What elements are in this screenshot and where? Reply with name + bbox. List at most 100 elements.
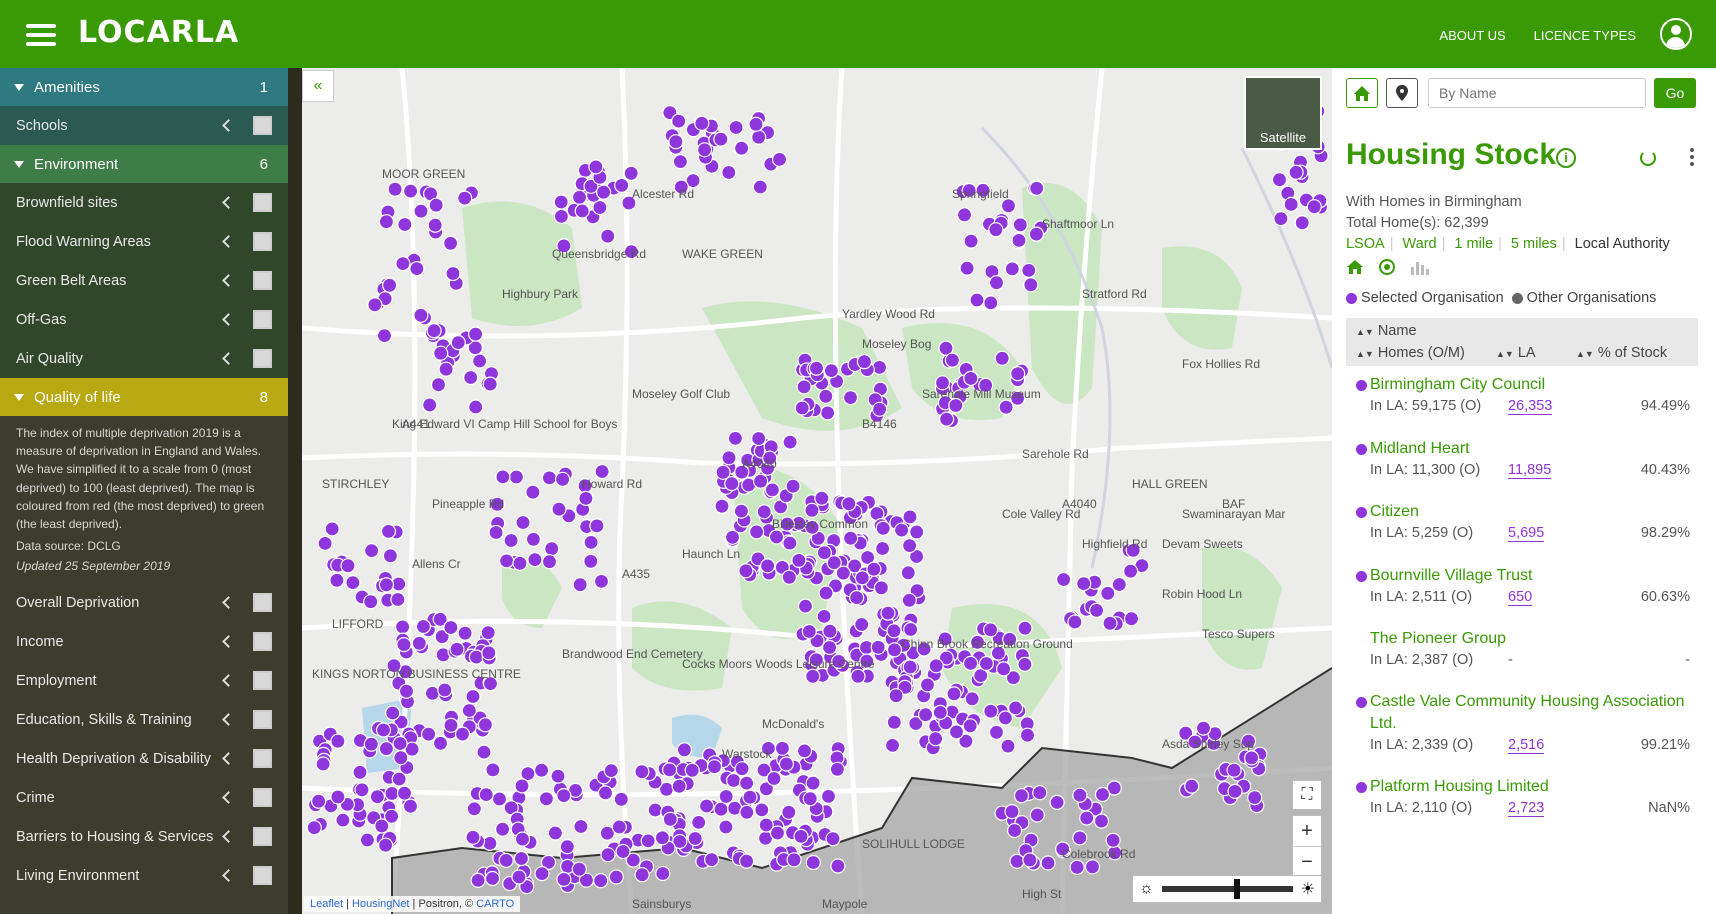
housing-marker[interactable]	[983, 295, 999, 311]
housing-marker[interactable]	[874, 540, 891, 557]
org-row[interactable]: Castle Vale Community Housing Associatio…	[1346, 691, 1698, 759]
housing-marker[interactable]	[376, 328, 393, 344]
housing-marker[interactable]	[724, 529, 741, 545]
housing-marker[interactable]	[962, 655, 979, 672]
map-canvas[interactable]: MOOR GREEN WAKE GREEN Highbury Park Moseley…	[302, 68, 1332, 914]
satellite-toggle[interactable]: Satellite	[1244, 76, 1322, 150]
chevron-left-icon[interactable]	[222, 596, 235, 610]
housing-marker[interactable]	[1226, 762, 1242, 778]
zoom-out-button[interactable]: −	[1293, 847, 1321, 877]
housing-marker[interactable]	[402, 798, 419, 814]
housing-marker[interactable]	[888, 688, 904, 704]
housing-marker[interactable]	[1306, 199, 1322, 215]
chevron-left-icon[interactable]	[222, 313, 235, 326]
housing-marker[interactable]	[1102, 615, 1118, 631]
housing-marker[interactable]	[472, 353, 488, 369]
chevron-left-icon[interactable]	[222, 119, 235, 132]
housing-marker[interactable]	[997, 710, 1014, 726]
housing-marker[interactable]	[901, 592, 917, 608]
housing-marker[interactable]	[1122, 563, 1139, 579]
housing-marker[interactable]	[541, 470, 557, 486]
housing-marker[interactable]	[1011, 232, 1027, 248]
layer-overall-deprivation[interactable]: Overall Deprivation	[0, 583, 288, 622]
housing-marker[interactable]	[1247, 789, 1263, 806]
housing-marker[interactable]	[1012, 217, 1028, 233]
housing-marker[interactable]	[704, 851, 720, 868]
housing-marker[interactable]	[1019, 727, 1036, 743]
housing-marker[interactable]	[508, 469, 524, 485]
housing-marker[interactable]	[556, 787, 572, 804]
housing-marker[interactable]	[714, 498, 730, 514]
housing-marker[interactable]	[445, 265, 461, 282]
housing-marker[interactable]	[964, 691, 980, 707]
housing-marker[interactable]	[959, 260, 975, 276]
housing-marker[interactable]	[367, 297, 383, 313]
housing-marker[interactable]	[873, 580, 890, 596]
housing-marker[interactable]	[525, 484, 541, 500]
housing-marker[interactable]	[825, 831, 841, 847]
filter-1-mile[interactable]: 1 mile	[1454, 236, 1493, 252]
housing-marker[interactable]	[335, 812, 351, 828]
layer-checkbox[interactable]	[253, 349, 272, 368]
layer-checkbox[interactable]	[253, 827, 272, 847]
housing-marker[interactable]	[380, 523, 397, 539]
housing-marker[interactable]	[583, 534, 599, 550]
category-environment[interactable]: Environment 6	[0, 145, 288, 183]
housing-marker[interactable]	[583, 553, 599, 569]
housing-marker[interactable]	[902, 659, 918, 675]
housing-marker[interactable]	[1040, 855, 1056, 871]
housing-marker[interactable]	[1049, 794, 1065, 811]
housing-marker[interactable]	[893, 522, 910, 538]
housing-marker[interactable]	[340, 558, 356, 574]
org-row[interactable]: Bournville Village Trust In LA: 2,511 (O…	[1346, 565, 1698, 611]
layer-brownfield-sites[interactable]: Brownfield sites	[0, 183, 288, 222]
housing-marker[interactable]	[751, 430, 767, 447]
housing-marker[interactable]	[392, 735, 408, 752]
layer-checkbox[interactable]	[253, 632, 272, 652]
housing-marker[interactable]	[753, 473, 769, 489]
housing-marker[interactable]	[553, 208, 569, 224]
housing-marker[interactable]	[597, 785, 614, 801]
bar-chart-icon[interactable]	[1410, 259, 1430, 275]
housing-marker[interactable]	[476, 744, 492, 760]
housing-marker[interactable]	[782, 535, 798, 551]
housing-marker[interactable]	[854, 616, 870, 633]
housing-marker[interactable]	[774, 740, 790, 756]
housing-marker[interactable]	[963, 233, 979, 249]
housing-marker[interactable]	[470, 872, 486, 889]
housing-marker[interactable]	[805, 775, 821, 791]
housing-marker[interactable]	[1271, 172, 1288, 188]
housing-marker[interactable]	[909, 524, 925, 540]
housing-marker[interactable]	[482, 376, 498, 392]
layer-air-quality[interactable]: Air Quality	[0, 339, 288, 378]
housing-marker[interactable]	[1123, 611, 1140, 627]
housing-marker[interactable]	[1010, 366, 1026, 382]
housing-marker[interactable]	[393, 750, 409, 766]
housing-marker[interactable]	[871, 359, 888, 375]
housing-marker[interactable]	[525, 531, 541, 547]
layer-checkbox[interactable]	[253, 116, 272, 135]
chevron-left-icon[interactable]	[222, 352, 235, 365]
housing-marker[interactable]	[805, 668, 821, 684]
home-icon[interactable]	[1346, 78, 1378, 108]
layer-barriers-to-housing[interactable]: Barriers to Housing & Services	[0, 817, 288, 856]
housing-marker[interactable]	[596, 184, 612, 200]
housing-marker[interactable]	[1111, 576, 1127, 593]
housing-marker[interactable]	[917, 707, 934, 723]
housing-marker[interactable]	[511, 869, 527, 885]
housing-marker[interactable]	[956, 207, 973, 223]
housing-marker[interactable]	[634, 867, 650, 883]
housing-marker[interactable]	[903, 621, 919, 638]
housing-marker[interactable]	[671, 113, 687, 129]
housing-marker[interactable]	[662, 811, 678, 827]
filter-5-miles[interactable]: 5 miles	[1511, 236, 1557, 252]
location-pin-icon[interactable]	[1386, 78, 1418, 108]
layer-schools[interactable]: Schools	[0, 106, 288, 145]
housing-marker[interactable]	[534, 865, 550, 882]
housing-marker[interactable]	[457, 190, 473, 206]
housing-marker[interactable]	[944, 352, 961, 368]
search-by-name-input[interactable]	[1428, 78, 1646, 108]
housing-marker[interactable]	[1084, 859, 1101, 875]
housing-marker[interactable]	[593, 573, 610, 590]
housing-marker[interactable]	[330, 789, 346, 805]
